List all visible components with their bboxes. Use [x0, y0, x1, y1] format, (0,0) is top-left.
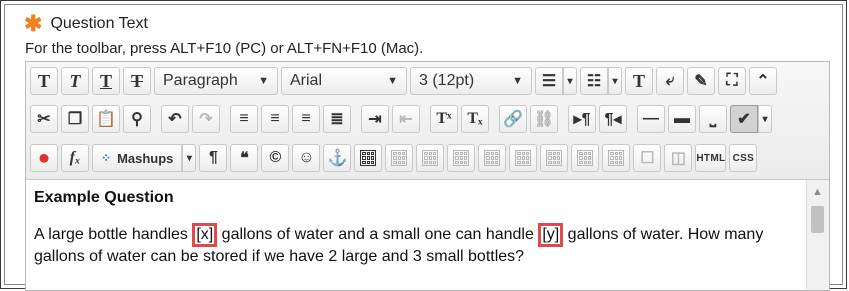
mashups-dropdown[interactable]: ▾: [182, 144, 197, 172]
highlight-pen-icon[interactable]: ✎: [687, 67, 715, 95]
redo-icon[interactable]: ↷: [192, 105, 220, 133]
subscript-icon[interactable]: Tₓ: [461, 105, 489, 133]
bullet-list-dropdown[interactable]: ▾: [563, 67, 577, 95]
superscript-icon[interactable]: Tˣ: [430, 105, 458, 133]
rtl-icon[interactable]: ¶◂: [599, 105, 627, 133]
editor-scrollbar[interactable]: ▲: [806, 180, 829, 290]
chevron-down-icon: ▼: [258, 75, 269, 87]
toolbar-row-1: T T T T Paragraph ▼ Arial ▼ 3 (12pt) ▼ ☰…: [30, 66, 777, 96]
copyright-icon[interactable]: ©: [261, 144, 290, 172]
outdent-icon[interactable]: ⇤: [392, 105, 420, 133]
find-icon[interactable]: ⚲: [123, 105, 151, 133]
blockquote-icon[interactable]: ❝: [230, 144, 259, 172]
cut-icon[interactable]: ✂: [30, 105, 58, 133]
anchor-icon[interactable]: ⚓: [323, 144, 352, 172]
variable-y-placeholder[interactable]: [y]: [538, 223, 564, 247]
thick-rule-icon[interactable]: ▬: [668, 105, 696, 133]
rich-text-editor: T T T T Paragraph ▼ Arial ▼ 3 (12pt) ▼ ☰…: [25, 61, 830, 291]
paste-icon[interactable]: 📋: [92, 105, 120, 133]
question-label: Question Text: [50, 15, 148, 32]
bullet-list-icon[interactable]: ☰: [535, 67, 563, 95]
align-justify-icon[interactable]: ≣: [323, 105, 351, 133]
bold-icon[interactable]: T: [30, 67, 58, 95]
toolbar-row-3: ⏺ fₓ ⁘ Mashups ▾ ¶ ❝ © ☺ ⚓ ☐ ◫ HTML CSS: [30, 143, 758, 173]
paragraph-mark-icon[interactable]: ¶: [199, 144, 228, 172]
mashups-icon: ⁘: [101, 151, 112, 165]
align-left-icon[interactable]: ≡: [230, 105, 258, 133]
editor-toolbar: T T T T Paragraph ▼ Arial ▼ 3 (12pt) ▼ ☰…: [26, 62, 829, 180]
delete-column-icon[interactable]: [540, 144, 569, 172]
collapse-toolbar-icon[interactable]: ⌃: [749, 67, 777, 95]
chevron-down-icon: ▼: [512, 75, 523, 87]
editor-content[interactable]: Example Question A large bottle handles …: [26, 180, 806, 290]
fullscreen-icon[interactable]: ⛶: [718, 67, 746, 95]
unlink-icon[interactable]: ⛓: [530, 105, 558, 133]
align-right-icon[interactable]: ≡: [292, 105, 320, 133]
italic-icon[interactable]: T: [61, 67, 89, 95]
insert-table-icon[interactable]: [354, 144, 383, 172]
youtube-icon[interactable]: ⏺: [30, 144, 58, 172]
bullet-list-split: ☰ ▾: [535, 67, 577, 95]
spellcheck-icon[interactable]: ✔: [730, 105, 758, 133]
scroll-thumb[interactable]: [811, 206, 824, 233]
emoticon-icon[interactable]: ☺: [292, 144, 321, 172]
toolbar-hint: For the toolbar, press ALT+F10 (PC) or A…: [25, 40, 424, 57]
cell-properties-icon[interactable]: [416, 144, 445, 172]
table-properties-icon[interactable]: [385, 144, 414, 172]
chevron-down-icon: ▼: [387, 75, 398, 87]
ltr-icon[interactable]: ▸¶: [568, 105, 596, 133]
html-source-button[interactable]: HTML: [695, 144, 727, 172]
split-cells-icon[interactable]: [602, 144, 631, 172]
strikethrough-icon[interactable]: T: [123, 67, 151, 95]
spellcheck-dropdown[interactable]: ▾: [758, 105, 772, 133]
insert-column-icon[interactable]: [478, 144, 507, 172]
font-size-select[interactable]: 3 (12pt) ▼: [410, 67, 532, 95]
math-formula-icon[interactable]: fₓ: [61, 144, 89, 172]
undo-icon[interactable]: ↶: [161, 105, 189, 133]
paragraph-format-select[interactable]: Paragraph ▼: [154, 67, 278, 95]
numbered-list-icon[interactable]: ☷: [580, 67, 608, 95]
indent-icon[interactable]: ⇥: [361, 105, 389, 133]
numbered-list-split: ☷ ▾: [580, 67, 622, 95]
numbered-list-dropdown[interactable]: ▾: [608, 67, 622, 95]
content-heading: Example Question: [34, 189, 174, 206]
mashups-split: ⁘ Mashups ▾: [92, 144, 197, 172]
text-color-icon[interactable]: T: [625, 67, 653, 95]
delete-row-icon[interactable]: [509, 144, 538, 172]
copy-icon[interactable]: ❐: [61, 105, 89, 133]
font-family-select[interactable]: Arial ▼: [281, 67, 407, 95]
split-view-icon[interactable]: ◫: [664, 144, 693, 172]
asterisk-icon: ✱: [24, 11, 43, 36]
variable-x-placeholder[interactable]: [x]: [192, 223, 218, 247]
css-button[interactable]: CSS: [729, 144, 758, 172]
horizontal-rule-icon[interactable]: —: [637, 105, 665, 133]
insert-row-icon[interactable]: [447, 144, 476, 172]
toolbar-row-2: ✂ ❐ 📋 ⚲ ↶ ↷ ≡ ≡ ≡ ≣ ⇥ ⇤ Tˣ Tₓ 🔗 ⛓ ▸¶ ¶◂ …: [30, 104, 772, 134]
nonbreaking-space-icon[interactable]: ⎵: [699, 105, 727, 133]
underline-icon[interactable]: T: [92, 67, 120, 95]
paste-text-icon[interactable]: ⤶: [656, 67, 684, 95]
mashups-button[interactable]: ⁘ Mashups: [92, 144, 183, 172]
align-center-icon[interactable]: ≡: [261, 105, 289, 133]
spellcheck-split: ✔ ▾: [730, 105, 772, 133]
delete-table-icon[interactable]: ☐: [633, 144, 662, 172]
content-paragraph: A large bottle handles [x] gallons of wa…: [34, 223, 798, 267]
link-icon[interactable]: 🔗: [499, 105, 527, 133]
merge-cells-icon[interactable]: [571, 144, 600, 172]
question-title-row: ✱ Question Text: [24, 13, 148, 35]
scroll-up-arrow-icon[interactable]: ▲: [812, 186, 823, 198]
